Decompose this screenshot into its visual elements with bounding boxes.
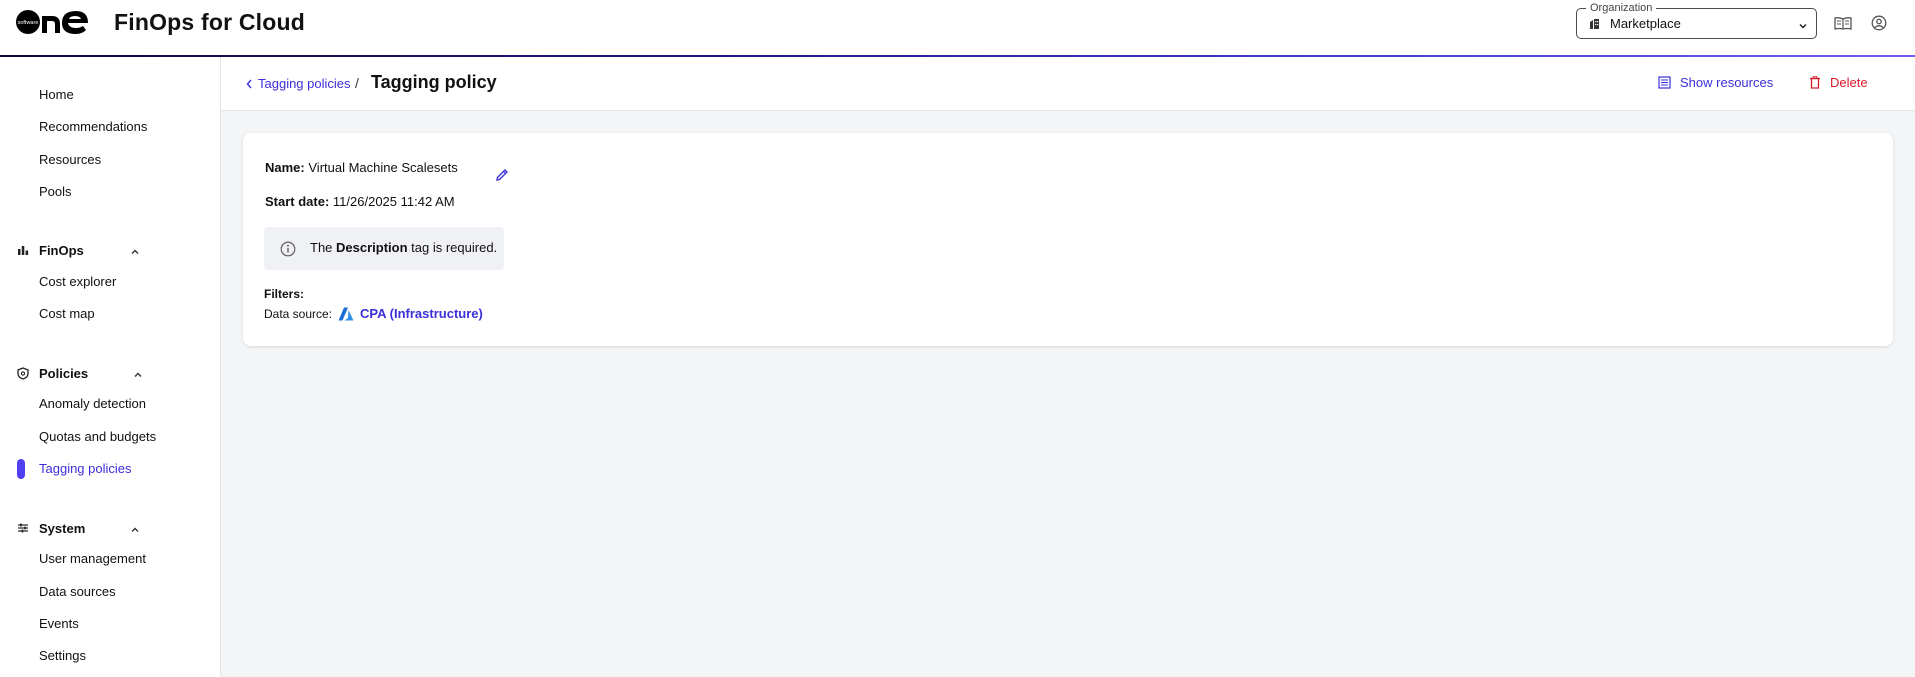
sidebar-item-events[interactable]: Events <box>39 616 79 631</box>
list-icon <box>1658 76 1671 89</box>
sidebar-item-settings[interactable]: Settings <box>39 648 86 663</box>
organization-legend: Organization <box>1586 1 1657 15</box>
edit-pencil-icon[interactable] <box>494 167 510 183</box>
alert-text: The Description tag is required. <box>310 240 497 255</box>
chevron-left-icon <box>246 79 252 88</box>
sidebar-section-label: System <box>39 520 86 536</box>
sidebar-item-user-management[interactable]: User management <box>39 551 146 566</box>
sidebar-item-data-sources[interactable]: Data sources <box>39 584 116 599</box>
policy-name-label: Name: <box>265 160 305 175</box>
alert-tag-name: Description <box>336 240 408 255</box>
documentation-icon[interactable] <box>1833 13 1853 33</box>
sidebar-section-label: Policies <box>39 365 89 381</box>
filters-label: Filters: <box>264 287 305 301</box>
start-date-value: 11/26/2025 11:42 AM <box>332 194 455 209</box>
svg-text:software: software <box>18 20 39 26</box>
sidebar-item-tagging-policies[interactable]: Tagging policies <box>39 461 132 476</box>
top-bar: software FinOps for Cloud Organization M… <box>0 0 1915 57</box>
sidebar-section-policies[interactable]: Policies <box>17 364 147 382</box>
active-indicator <box>17 459 25 479</box>
sliders-icon <box>17 522 30 535</box>
policy-start-date-field: Start date: 11/26/2025 11:42 AM <box>265 194 455 209</box>
building-icon <box>1589 18 1601 30</box>
one-logo[interactable]: software <box>14 6 88 36</box>
sidebar-section-finops[interactable]: FinOps <box>17 241 147 259</box>
sidebar-item-resources[interactable]: Resources <box>39 152 101 167</box>
sidebar-item-recommendations[interactable]: Recommendations <box>39 119 147 134</box>
required-tag-alert: The Description tag is required. <box>264 227 504 270</box>
sidebar-section-label: FinOps <box>39 242 84 258</box>
user-profile-icon[interactable] <box>1869 13 1889 33</box>
chevron-up-icon <box>130 523 140 533</box>
shield-icon <box>17 366 30 380</box>
trash-icon <box>1810 76 1820 89</box>
organization-select[interactable]: Organization Marketplace <box>1576 1 1817 39</box>
alert-text-prefix: The <box>310 240 333 255</box>
sidebar-item-home[interactable]: Home <box>39 87 74 102</box>
main-content: Tagging policies / Tagging policy Show r… <box>221 57 1915 677</box>
policy-name-field: Name: Virtual Machine Scalesets <box>265 160 458 175</box>
chevron-up-icon <box>130 245 140 255</box>
bar-chart-icon <box>17 244 30 257</box>
show-resources-label: Show resources <box>1680 75 1774 90</box>
delete-label: Delete <box>1830 75 1868 90</box>
sidebar-item-quotas-and-budgets[interactable]: Quotas and budgets <box>39 429 156 444</box>
info-icon <box>280 241 296 257</box>
app-title: FinOps for Cloud <box>114 9 306 35</box>
chevron-up-icon <box>133 368 143 378</box>
delete-button[interactable]: Delete <box>1809 75 1868 90</box>
sidebar-section-system[interactable]: System <box>17 519 147 537</box>
data-source-filter: Data source: CPA (Infrastructure) <box>264 306 483 321</box>
sidebar-item-anomaly-detection[interactable]: Anomaly detection <box>39 396 146 411</box>
page-header: Tagging policies / Tagging policy Show r… <box>221 57 1915 111</box>
page-title: Tagging policy <box>371 72 497 92</box>
sidebar-item-pools[interactable]: Pools <box>39 184 72 199</box>
start-date-label: Start date: <box>265 194 330 209</box>
filters-heading: Filters: <box>264 287 304 301</box>
sidebar-item-cost-map[interactable]: Cost map <box>39 306 95 321</box>
sidebar-item-cost-explorer[interactable]: Cost explorer <box>39 274 116 289</box>
organization-value: Marketplace <box>1610 16 1681 31</box>
sidebar: Home Recommendations Resources Pools Fin… <box>0 57 221 677</box>
azure-icon <box>338 307 354 321</box>
breadcrumb-back-link[interactable]: Tagging policies <box>246 76 351 91</box>
breadcrumb-separator: / <box>355 75 359 91</box>
policy-name-value: Virtual Machine Scalesets <box>308 160 458 175</box>
breadcrumb-back-label: Tagging policies <box>258 76 351 91</box>
alert-text-suffix: tag is required. <box>411 240 498 255</box>
data-source-label: Data source: <box>264 306 333 321</box>
chevron-down-icon <box>1798 19 1808 29</box>
data-source-link[interactable]: CPA (Infrastructure) <box>360 306 483 321</box>
show-resources-button[interactable]: Show resources <box>1658 75 1773 90</box>
